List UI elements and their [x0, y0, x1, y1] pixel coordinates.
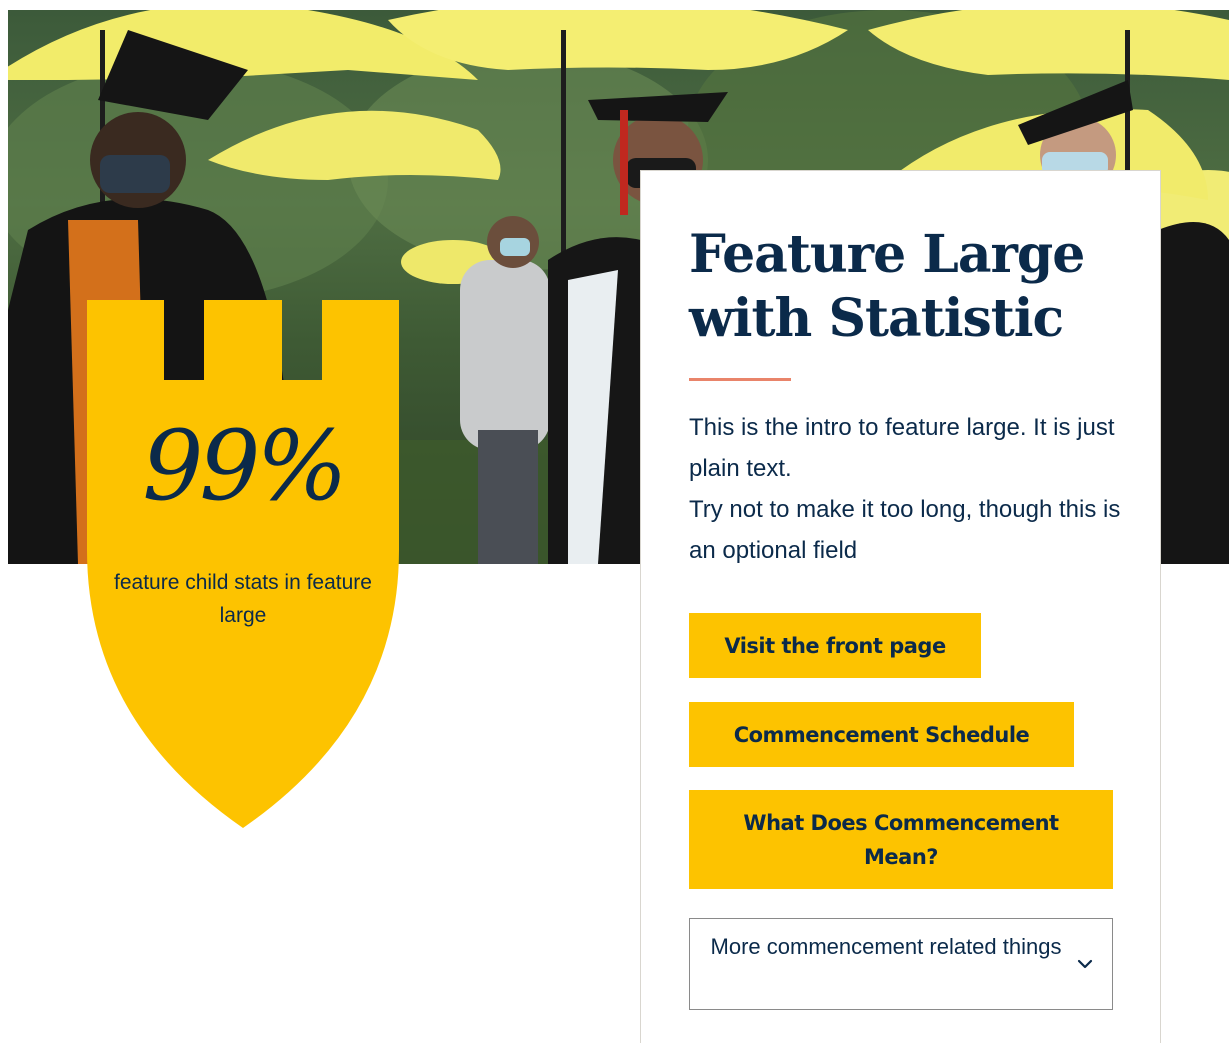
statistic-value: 99% — [142, 410, 347, 522]
feature-card: Feature Large with Statistic This is the… — [640, 170, 1161, 1043]
dropdown-label: More commencement related things — [710, 934, 1062, 959]
more-commencement-dropdown[interactable]: More commencement related things — [689, 918, 1113, 1010]
feature-intro: This is the intro to feature large. It i… — [689, 407, 1129, 571]
chevron-down-icon — [1077, 959, 1093, 969]
commencement-schedule-button[interactable]: Commencement Schedule — [689, 702, 1074, 767]
feature-large-section: 99% feature child stats in feature large… — [0, 0, 1229, 1043]
feature-title: Feature Large with Statistic — [689, 224, 1085, 349]
intro-line: Try not to make it too long, though this… — [689, 496, 1121, 564]
intro-line: This is the intro to feature large. It i… — [689, 414, 1115, 482]
statistic-label: feature child stats in feature large — [114, 571, 372, 627]
visit-front-page-button[interactable]: Visit the front page — [689, 613, 981, 678]
accent-divider — [689, 378, 791, 381]
statistic-shield: 99% feature child stats in feature large — [87, 300, 399, 828]
what-does-commencement-mean-button[interactable]: What Does Commencement Mean? — [689, 790, 1113, 889]
